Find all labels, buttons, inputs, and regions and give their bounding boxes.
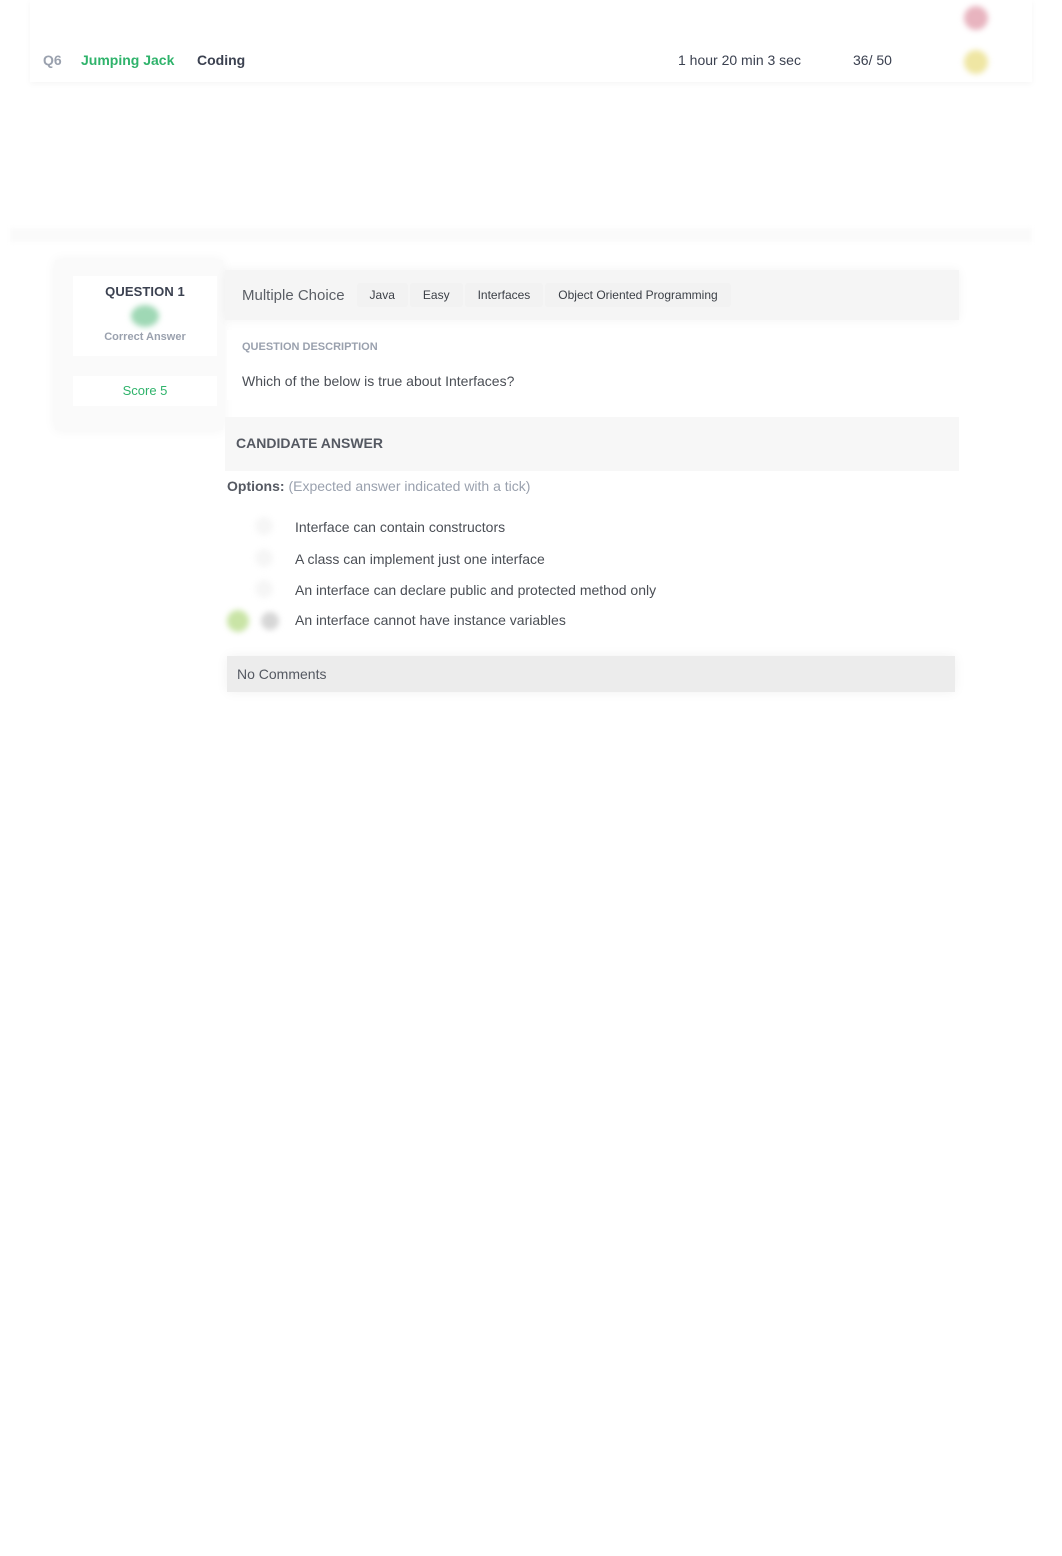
question-kind: Multiple Choice: [242, 286, 345, 304]
option-item: An interface cannot have instance variab…: [227, 610, 566, 632]
selected-choice-icon: [261, 612, 279, 630]
question-label: QUESTION 1: [105, 284, 185, 299]
question-summary-row: Q6 Jumping Jack Coding 1 hour 20 min 3 s…: [30, 0, 1032, 82]
red-status-icon: [964, 6, 988, 30]
option-text: Interface can contain constructors: [295, 519, 506, 535]
tag-bar: Multiple Choice Java Easy Interfaces Obj…: [225, 270, 959, 320]
section-divider: [10, 228, 1032, 242]
question-number: Q6: [43, 52, 62, 68]
question-card: QUESTION 1 Correct Answer Score 5 Multip…: [55, 260, 965, 710]
unselected-icon: [255, 549, 273, 567]
options-label: Options:: [227, 478, 285, 494]
comments-text: No Comments: [237, 666, 327, 682]
question-type: Coding: [197, 52, 246, 68]
comments-section: No Comments: [227, 656, 955, 692]
tag-interfaces[interactable]: Interfaces: [464, 283, 544, 307]
option-text: A class can implement just one interface: [295, 551, 545, 567]
unselected-icon: [255, 580, 273, 598]
question-score: 36/ 50: [853, 52, 892, 68]
candidate-answer-label: CANDIDATE ANSWER: [236, 435, 383, 451]
options-header: Options: (Expected answer indicated with…: [227, 478, 530, 494]
tag-oop[interactable]: Object Oriented Programming: [545, 283, 731, 307]
status-label: Correct Answer: [104, 331, 186, 343]
option-text: An interface cannot have instance variab…: [295, 612, 566, 628]
tag-java[interactable]: Java: [356, 283, 408, 307]
description-label: QUESTION DESCRIPTION: [242, 341, 378, 353]
option-item: A class can implement just one interface: [255, 549, 545, 567]
question-sidebar: QUESTION 1 Correct Answer Score 5: [55, 260, 223, 430]
score-label: Score 5: [73, 376, 217, 406]
question-title-link[interactable]: Jumping Jack: [81, 52, 174, 68]
correct-icon: [131, 305, 159, 327]
question-description: QUESTION DESCRIPTION Which of the below …: [227, 330, 949, 400]
question-header: QUESTION 1 Correct Answer: [73, 276, 217, 356]
option-item: Interface can contain constructors: [255, 517, 506, 535]
unselected-icon: [255, 517, 273, 535]
option-item: An interface can declare public and prot…: [255, 580, 657, 598]
tag-easy[interactable]: Easy: [409, 283, 463, 307]
tick-icon: [227, 610, 249, 632]
description-text: Which of the below is true about Interfa…: [242, 373, 515, 389]
options-hint: (Expected answer indicated with a tick): [288, 478, 531, 494]
time-taken: 1 hour 20 min 3 sec: [678, 52, 801, 68]
candidate-answer-header: CANDIDATE ANSWER: [225, 417, 959, 471]
option-text: An interface can declare public and prot…: [295, 582, 657, 598]
